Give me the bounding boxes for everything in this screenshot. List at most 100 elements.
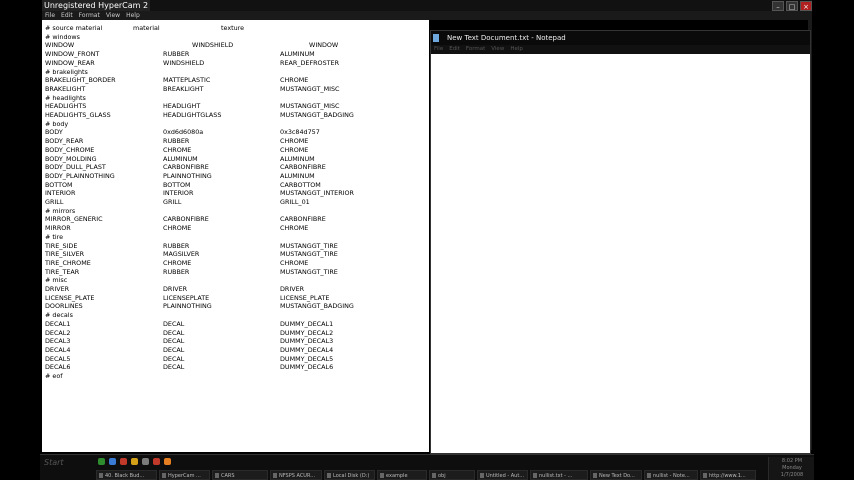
notepad-menu-item[interactable]: Edit bbox=[449, 45, 460, 54]
recorder-watermark: Unregistered HyperCam 2 bbox=[42, 0, 151, 11]
text-cell: BODY_MOLDING bbox=[45, 154, 97, 163]
text-cell: material bbox=[133, 24, 160, 32]
taskbar-button[interactable]: New Text Do... bbox=[590, 470, 642, 480]
quick-launch-icon[interactable] bbox=[120, 458, 127, 465]
text-cell: DRIVER bbox=[45, 285, 70, 293]
text-cell: INTERIOR bbox=[45, 189, 76, 198]
text-cell: WINDOW_FRONT bbox=[45, 50, 100, 59]
text-editor-area[interactable]: # source material material texture # window… bbox=[42, 20, 429, 452]
quick-launch-icon[interactable] bbox=[98, 458, 105, 465]
notepad-text-area[interactable] bbox=[431, 54, 810, 453]
menu-item[interactable]: File bbox=[45, 11, 55, 20]
taskbar-button[interactable]: http://www.1... bbox=[700, 470, 756, 480]
quick-launch-icon[interactable] bbox=[109, 458, 116, 465]
taskbar-button[interactable]: Local Disk (D:) bbox=[324, 470, 375, 480]
taskbar-button[interactable]: NFSPS ACUR... bbox=[270, 470, 322, 480]
text-cell: TIRE_CHROME bbox=[45, 258, 91, 267]
text-cell: LICENSEPLATE bbox=[163, 293, 210, 302]
text-cell: HEADLIGHT bbox=[163, 102, 201, 111]
main-menubar: File Edit Format View Help bbox=[42, 11, 812, 20]
clock[interactable]: 8:02 PM Monday 1/7/2008 bbox=[774, 458, 810, 479]
text-cell: BODY bbox=[45, 128, 63, 137]
taskbar-button[interactable]: HyperCam ... bbox=[159, 470, 210, 480]
taskbar-button[interactable]: CARS bbox=[212, 470, 268, 480]
taskbar-button[interactable]: nullist.txt - ... bbox=[530, 470, 588, 480]
main-titlebar[interactable]: – □ × bbox=[42, 0, 812, 11]
text-cell: DRIVER bbox=[280, 285, 305, 293]
text-cell: DECAL bbox=[163, 345, 185, 354]
clock-line: 1/7/2008 bbox=[780, 472, 804, 478]
taskbar-button[interactable]: nullist - Note... bbox=[644, 470, 698, 480]
system-tray: 8:02 PM Monday 1/7/2008 bbox=[768, 457, 814, 480]
quick-launch-icon[interactable] bbox=[131, 458, 138, 465]
text-cell: MUSTANGGT_MISC bbox=[280, 102, 340, 111]
quick-launch-icon[interactable] bbox=[164, 458, 171, 465]
text-cell: MATTEPLASTIC bbox=[163, 76, 211, 85]
text-cell: ALUMINUM bbox=[280, 50, 315, 59]
text-cell: GRILL bbox=[45, 198, 64, 206]
text-cell: HEADLIGHTGLASS bbox=[163, 111, 222, 119]
text-cell: TIRE_SILVER bbox=[45, 250, 85, 259]
text-cell: INTERIOR bbox=[163, 189, 194, 198]
text-cell: BODY_PLAINNOTHING bbox=[45, 171, 115, 180]
text-cell: ALUMINUM bbox=[280, 171, 315, 180]
start-button[interactable]: Start bbox=[44, 457, 92, 469]
menu-item[interactable]: Edit bbox=[61, 11, 73, 20]
menu-item[interactable]: Format bbox=[79, 11, 100, 20]
taskbar-button[interactable]: obj bbox=[429, 470, 475, 480]
quick-launch-icon[interactable] bbox=[153, 458, 160, 465]
maximize-button[interactable]: □ bbox=[786, 1, 798, 11]
text-cell: DECAL bbox=[163, 363, 185, 372]
text-cell: DECAL bbox=[163, 328, 185, 337]
notepad-titlebar[interactable]: New Text Document.txt - Notepad bbox=[431, 31, 810, 45]
text-cell: # tire bbox=[45, 232, 64, 241]
menu-item[interactable]: Help bbox=[126, 11, 140, 20]
text-cell: DECAL bbox=[163, 337, 185, 346]
text-cell: CHROME bbox=[280, 76, 309, 85]
notepad-menubar: File Edit Format View Help bbox=[431, 45, 810, 54]
taskbar-button[interactable]: Untitled - Aut... bbox=[477, 470, 528, 480]
notepad-menu-item[interactable]: File bbox=[434, 45, 443, 54]
text-cell: RUBBER bbox=[163, 267, 190, 276]
text-cell: # misc bbox=[45, 276, 68, 285]
text-cell: MIRROR bbox=[45, 224, 71, 233]
text-cell: MIRROR_GENERIC bbox=[45, 215, 103, 224]
text-cell: # windows bbox=[45, 32, 80, 41]
text-cell: DECAL bbox=[163, 319, 185, 328]
quick-launch-icon[interactable] bbox=[142, 458, 149, 465]
minimize-button[interactable]: – bbox=[772, 1, 784, 11]
text-cell: CARBONFIBRE bbox=[280, 163, 326, 172]
window-controls: – □ × bbox=[772, 1, 812, 11]
text-cell: BOTTOM bbox=[163, 180, 191, 189]
text-cell: CHROME bbox=[163, 224, 192, 233]
text-cell: DECAL5 bbox=[45, 354, 71, 363]
notepad-menu-item[interactable]: Help bbox=[510, 45, 523, 54]
text-cell: MUSTANGGT_BADGING bbox=[280, 111, 354, 119]
text-cell: CARBONFIBRE bbox=[163, 215, 209, 224]
text-cell: DOORLINES bbox=[45, 302, 83, 311]
notepad-menu-item[interactable]: View bbox=[491, 45, 504, 54]
text-cell: CHROME bbox=[163, 145, 192, 154]
notepad-window: New Text Document.txt - Notepad File Edit… bbox=[430, 30, 811, 454]
text-cell: MUSTANGGT_TIRE bbox=[280, 250, 338, 259]
text-cell: texture bbox=[221, 24, 245, 32]
notepad-icon bbox=[433, 34, 439, 42]
taskbar-button[interactable]: 40. Black Bud... bbox=[96, 470, 157, 480]
text-cell: # body bbox=[45, 119, 69, 128]
notepad-title: New Text Document.txt - Notepad bbox=[447, 34, 566, 42]
text-cell: CARBONFIBRE bbox=[280, 215, 326, 224]
text-cell: GRILL_01 bbox=[280, 198, 310, 206]
text-cell: REAR_DEFROSTER bbox=[280, 58, 340, 67]
text-cell: CHROME bbox=[280, 137, 309, 146]
menu-item[interactable]: View bbox=[106, 11, 120, 20]
text-cell: # brakelights bbox=[45, 67, 88, 76]
clock-line: 8:02 PM bbox=[781, 458, 803, 464]
text-cell: CHROME bbox=[280, 145, 309, 154]
text-cell: MAGSILVER bbox=[163, 250, 200, 259]
text-cell: BODY_REAR bbox=[45, 137, 84, 146]
notepad-menu-item[interactable]: Format bbox=[466, 45, 485, 54]
text-cell: # mirrors bbox=[45, 206, 76, 215]
text-cell: RUBBER bbox=[163, 241, 190, 250]
taskbar-button[interactable]: example bbox=[377, 470, 427, 480]
close-button[interactable]: × bbox=[800, 1, 812, 11]
